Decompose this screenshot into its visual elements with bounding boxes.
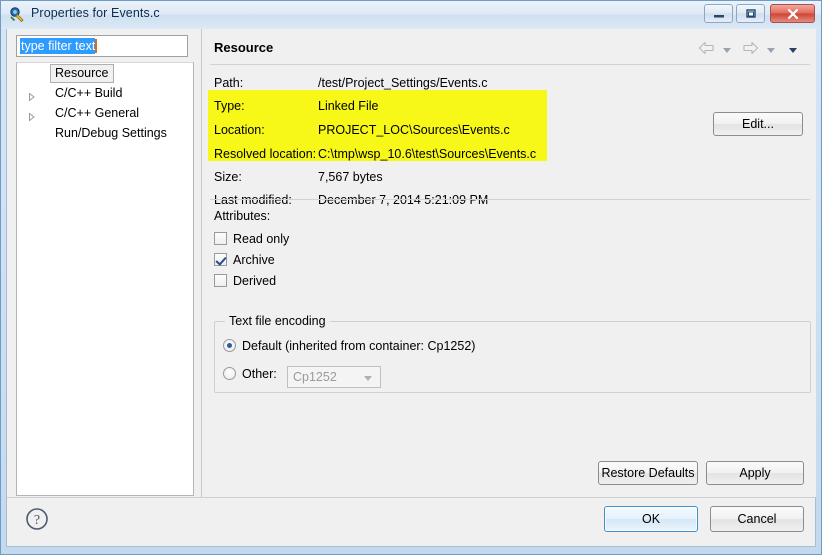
settings-tree[interactable]: Resource C/C++ Build C/C++ General: [16, 62, 194, 496]
info-row-resolved-location: Resolved location: C:\tmp\wsp_10.6\test\…: [202, 144, 817, 167]
filter-input-value: type filter text: [20, 38, 95, 54]
filter-input[interactable]: type filter text: [16, 35, 188, 57]
page-title: Resource: [214, 40, 273, 55]
info-value: PROJECT_LOC\Sources\Events.c: [318, 123, 510, 137]
radio-encoding-other[interactable]: Other:: [223, 364, 277, 384]
sidebar-item-label: C/C++ General: [55, 103, 139, 123]
eclipse-properties-icon: [9, 7, 25, 23]
info-value: 7,567 bytes: [318, 170, 383, 184]
sidebar-item-run-debug-settings[interactable]: Run/Debug Settings: [17, 123, 193, 143]
text-caret: [95, 39, 97, 53]
info-row-last-modified: Last modified: December 7, 2014 5:21:09 …: [202, 190, 817, 213]
chevron-right-icon[interactable]: [27, 88, 36, 98]
forward-arrow-icon[interactable]: [742, 41, 759, 60]
restore-icon: [737, 5, 764, 22]
view-menu-icon[interactable]: [789, 48, 797, 53]
sidebar-item-label: C/C++ Build: [55, 83, 122, 103]
radio-encoding-default[interactable]: Default (inherited from container: Cp125…: [223, 336, 475, 356]
attributes-divider: [210, 199, 810, 200]
radio-selected-icon[interactable]: [223, 339, 236, 352]
close-icon: [771, 5, 814, 22]
restore-defaults-button[interactable]: Restore Defaults: [598, 461, 698, 485]
properties-dialog-window: Properties for Events.c: [0, 0, 822, 555]
checkbox-read-only[interactable]: Read only: [214, 229, 289, 249]
encoding-select[interactable]: Cp1252: [287, 366, 381, 388]
checkbox-icon[interactable]: [214, 274, 227, 287]
info-row-path: Path: /test/Project_Settings/Events.c: [202, 73, 817, 96]
sidebar-item-resource[interactable]: Resource: [17, 63, 193, 83]
title-bar: Properties for Events.c: [1, 1, 821, 29]
back-arrow-icon[interactable]: [698, 41, 715, 60]
info-row-size: Size: 7,567 bytes: [202, 167, 817, 190]
radio-label: Default (inherited from container: Cp125…: [242, 339, 475, 353]
chevron-down-icon: [364, 376, 372, 381]
info-value: December 7, 2014 5:21:09 PM: [318, 193, 488, 207]
help-question-icon[interactable]: ?: [25, 507, 49, 531]
maximize-button[interactable]: [736, 4, 765, 23]
info-label: Last modified:: [214, 193, 292, 207]
attributes-label: Attributes:: [214, 209, 270, 223]
sidebar-item-label: Run/Debug Settings: [55, 123, 167, 143]
minimize-icon: [705, 5, 732, 22]
info-value: Linked File: [318, 99, 378, 113]
footer-divider: [7, 497, 815, 498]
checkbox-derived[interactable]: Derived: [214, 271, 276, 291]
svg-text:?: ?: [34, 513, 40, 528]
info-label: Resolved location:: [214, 147, 316, 161]
checkbox-archive[interactable]: Archive: [214, 250, 275, 270]
sidebar-item-c-cpp-build[interactable]: C/C++ Build: [17, 83, 193, 103]
window-title: Properties for Events.c: [31, 6, 160, 20]
sidebar-item-c-cpp-general[interactable]: C/C++ General: [17, 103, 193, 123]
checkbox-icon[interactable]: [214, 232, 227, 245]
text-file-encoding-group: Text file encoding Default (inherited fr…: [214, 321, 811, 393]
info-label: Location:: [214, 123, 265, 137]
minimize-button[interactable]: [704, 4, 733, 23]
cancel-button[interactable]: Cancel: [710, 506, 804, 532]
info-label: Size:: [214, 170, 242, 184]
navigation-controls: [698, 41, 804, 59]
checkbox-label: Derived: [233, 274, 276, 288]
ok-button[interactable]: OK: [604, 506, 698, 532]
chevron-right-icon[interactable]: [27, 108, 36, 118]
title-divider: [210, 64, 810, 65]
edit-button[interactable]: Edit...: [713, 112, 803, 136]
sidebar-item-label: Resource: [50, 64, 114, 83]
group-label: Text file encoding: [225, 314, 330, 328]
info-value: C:\tmp\wsp_10.6\test\Sources\Events.c: [318, 147, 536, 161]
radio-icon[interactable]: [223, 367, 236, 380]
forward-dropdown-icon[interactable]: [767, 48, 775, 53]
radio-label: Other:: [242, 367, 277, 381]
back-dropdown-icon[interactable]: [723, 48, 731, 53]
checkbox-checked-icon[interactable]: [214, 253, 227, 266]
checkbox-label: Read only: [233, 232, 289, 246]
encoding-select-value: Cp1252: [293, 370, 337, 384]
info-label: Type:: [214, 99, 245, 113]
resource-settings-panel: Resource Path:: [201, 29, 816, 497]
info-label: Path:: [214, 76, 243, 90]
close-button[interactable]: [770, 4, 815, 23]
checkbox-label: Archive: [233, 253, 275, 267]
dialog-client-area: type filter text Resource C/C++ Build: [6, 29, 816, 547]
info-value: /test/Project_Settings/Events.c: [318, 76, 488, 90]
apply-button[interactable]: Apply: [706, 461, 804, 485]
